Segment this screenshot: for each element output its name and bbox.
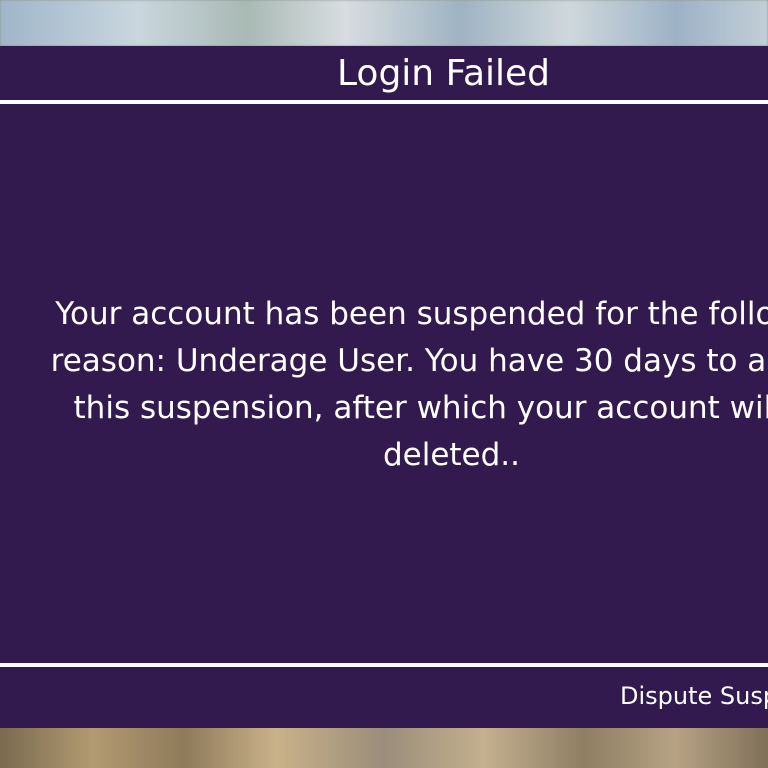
background-bottom — [0, 728, 768, 768]
suspension-message: Your account has been suspended for the … — [50, 296, 768, 473]
title-divider — [0, 100, 768, 104]
footer-divider — [0, 663, 768, 667]
dispute-suspension-button[interactable]: Dispute Suspension — [620, 680, 768, 712]
login-failed-dialog: Login Failed Your account has been suspe… — [0, 46, 768, 728]
screen: Login Failed Your account has been suspe… — [0, 0, 768, 768]
dialog-title: Login Failed — [337, 53, 551, 94]
background-top — [0, 0, 768, 46]
dialog-title-bar: Login Failed — [0, 46, 768, 100]
